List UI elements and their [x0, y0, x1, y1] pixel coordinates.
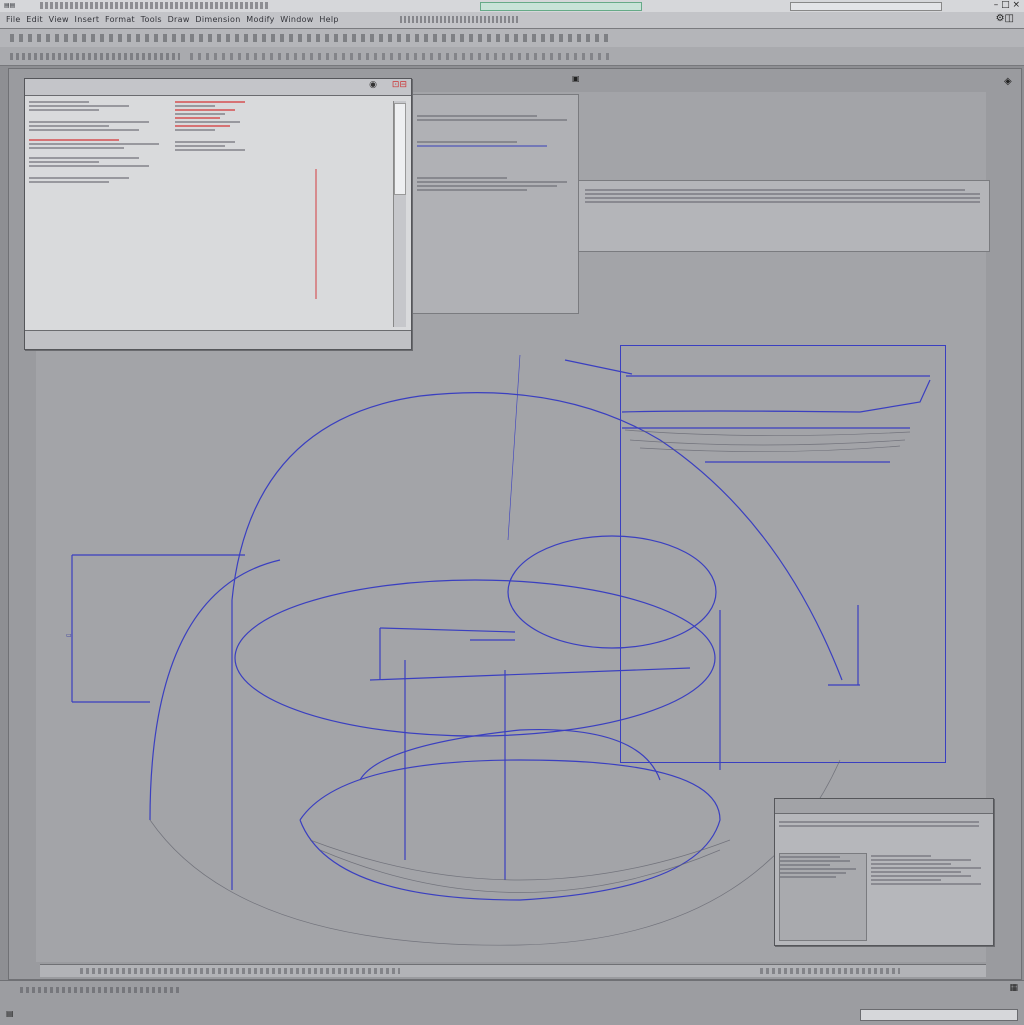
properties-icon[interactable]: ▦	[1009, 983, 1018, 993]
horizontal-1	[369, 667, 691, 681]
layout-tabs[interactable]	[40, 964, 986, 977]
upper-ring	[234, 579, 716, 737]
status-coordinates	[860, 1009, 1018, 1021]
hatch-1	[624, 429, 911, 436]
base-ring-inner-1	[309, 839, 731, 881]
cap-ellipse	[507, 535, 717, 649]
dimension-1	[379, 627, 516, 633]
detail-panel[interactable]	[774, 798, 994, 946]
viewcube-icon[interactable]: ◈	[1004, 76, 1012, 87]
hatch-2	[629, 439, 906, 446]
dimension-label-left: ▭	[66, 632, 72, 639]
hatch-3	[639, 445, 901, 452]
dome-outline	[231, 392, 843, 890]
base-ring-inner-2	[319, 849, 721, 893]
status-icon[interactable]: ▤	[6, 1009, 14, 1018]
pin-icon[interactable]: ▣	[572, 74, 580, 83]
base-ring	[299, 759, 721, 901]
detail-panel-list[interactable]	[779, 853, 867, 941]
outer-shell-left	[149, 559, 281, 821]
detail-profile	[621, 379, 931, 413]
center-line	[507, 354, 521, 541]
command-line[interactable]: ▤ ▦	[0, 980, 1024, 1025]
detail-leader	[564, 359, 633, 375]
command-history	[20, 987, 180, 993]
outer-floor	[149, 759, 841, 946]
detail-panel-titlebar	[775, 799, 993, 814]
detail-panel-properties	[871, 853, 985, 939]
